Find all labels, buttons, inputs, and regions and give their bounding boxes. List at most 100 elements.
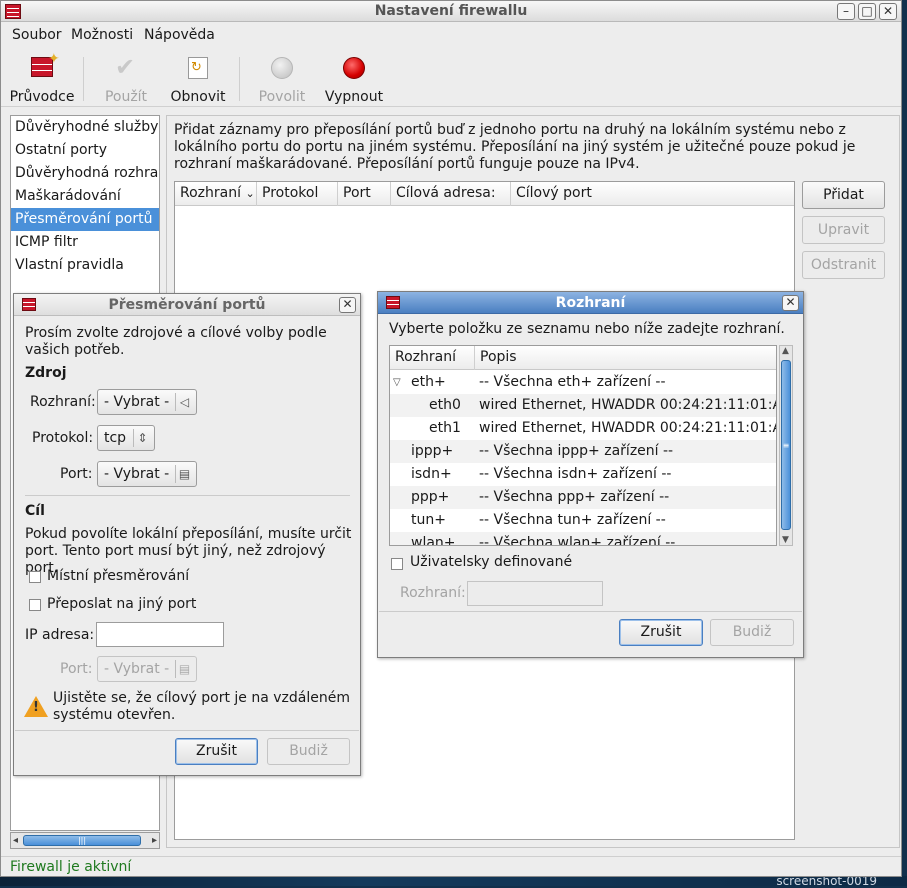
- col-header-description[interactable]: Popis: [475, 346, 775, 370]
- col-header-port[interactable]: Port: [338, 182, 391, 206]
- scroll-left-arrow-icon[interactable]: ◂: [13, 833, 18, 848]
- section-separator: [25, 495, 350, 496]
- add-button[interactable]: Přidat: [802, 181, 885, 209]
- source-interface-label: Rozhraní:: [30, 394, 96, 410]
- menu-options[interactable]: Možnosti: [71, 27, 133, 43]
- interface-dialog-intro: Vyberte položku ze seznamu nebo níže zad…: [389, 321, 785, 337]
- local-forward-label[interactable]: Místní přesměrování: [47, 568, 189, 584]
- interface-description: -- Všechna tun+ zařízení --: [479, 512, 666, 528]
- other-port-checkbox[interactable]: [29, 599, 41, 611]
- reload-button[interactable]: ↻ Obnovit: [167, 53, 229, 105]
- minimize-button[interactable]: –: [837, 3, 855, 20]
- interface-description: -- Všechna ppp+ zařízení --: [479, 489, 670, 505]
- col-header-interface[interactable]: Rozhraní ⌄: [175, 182, 257, 206]
- dialog-title: Přesměrování portů: [108, 297, 266, 313]
- local-forward-checkbox[interactable]: [29, 571, 41, 583]
- scroll-right-arrow-icon[interactable]: ▸: [152, 833, 157, 848]
- list-item[interactable]: tun+ -- Všechna tun+ zařízení --: [390, 509, 776, 532]
- enable-button[interactable]: Povolit: [253, 53, 311, 105]
- dialog-intro: Prosím zvolte zdrojové a cílové volby po…: [25, 325, 327, 358]
- ok-button[interactable]: Budiž: [267, 738, 350, 765]
- protocol-select[interactable]: tcp ⇕: [97, 425, 155, 451]
- source-heading: Zdroj: [25, 365, 67, 381]
- cancel-button[interactable]: Zrušit: [175, 738, 258, 765]
- menu-file[interactable]: Soubor: [12, 27, 62, 43]
- other-port-label[interactable]: Přeposlat na jiný port: [47, 596, 196, 612]
- dest-port-label: Port:: [60, 661, 93, 677]
- scroll-down-arrow-icon[interactable]: ▼: [782, 535, 789, 545]
- list-item[interactable]: ▽ eth+ -- Všechna eth+ zařízení --: [390, 371, 776, 394]
- port-forwarding-description: Přidat záznamy pro přeposílání portů buď…: [174, 122, 856, 172]
- list-item[interactable]: eth0 wired Ethernet, HWADDR 00:24:21:11:…: [390, 394, 776, 417]
- disable-label: Vypnout: [324, 89, 384, 105]
- destination-heading: Cíl: [25, 503, 45, 519]
- nav-item-icmp-filter[interactable]: ICMP filtr: [11, 231, 159, 254]
- warning-exclamation-icon: !: [33, 700, 39, 715]
- toolbar-separator: [239, 57, 240, 101]
- source-interface-value: - Vybrat -: [104, 394, 170, 410]
- interface-description: wired Ethernet, HWADDR 00:24:21:11:01:A1: [479, 397, 777, 413]
- custom-interface-input[interactable]: [467, 581, 603, 606]
- dialog-close-button[interactable]: ✕: [339, 297, 356, 313]
- nav-item-masquerading[interactable]: Maškarádování: [11, 185, 159, 208]
- reload-icon: ↻: [188, 57, 208, 79]
- interface-name: isdn+: [411, 466, 452, 482]
- ok-button[interactable]: Budiž: [710, 619, 794, 646]
- nav-item-trusted-services[interactable]: Důvěryhodné služby: [11, 116, 159, 139]
- col-header-protocol[interactable]: Protokol: [257, 182, 338, 206]
- nav-item-custom-rules[interactable]: Vlastní pravidla: [11, 254, 159, 277]
- menu-help[interactable]: Nápověda: [144, 27, 215, 43]
- scroll-up-arrow-icon[interactable]: ▲: [782, 346, 789, 356]
- network-icon: ◁: [175, 393, 193, 411]
- enable-icon: [271, 57, 293, 79]
- dest-port-select[interactable]: - Vybrat - ▤: [97, 656, 197, 682]
- list-item[interactable]: eth1 wired Ethernet, HWADDR 00:24:21:11:…: [390, 417, 776, 440]
- nav-horizontal-scrollbar[interactable]: ◂ ||| ▸: [10, 832, 160, 849]
- dialog-title-bar[interactable]: Přesměrování portů ✕: [14, 294, 360, 316]
- interface-list-scrollbar[interactable]: ▲ ≡ ▼: [779, 345, 793, 546]
- port-list-icon: ▤: [175, 465, 193, 483]
- tree-expander-icon[interactable]: ▽: [393, 371, 401, 394]
- dest-port-value: - Vybrat -: [104, 661, 170, 677]
- disable-button[interactable]: Vypnout: [321, 53, 387, 105]
- sort-chevron-icon: ⌄: [245, 187, 255, 200]
- nav-item-other-ports[interactable]: Ostatní porty: [11, 139, 159, 162]
- user-defined-label[interactable]: Uživatelsky definované: [410, 554, 572, 570]
- nav-item-trusted-interfaces[interactable]: Důvěryhodná rozhraní: [11, 162, 159, 185]
- col-header-interface[interactable]: Rozhraní: [390, 346, 475, 370]
- scrollbar-thumb[interactable]: |||: [23, 835, 141, 846]
- wizard-label: Průvodce: [9, 89, 75, 105]
- close-button[interactable]: ✕: [879, 3, 897, 20]
- cancel-button[interactable]: Zrušit: [619, 619, 703, 646]
- list-item[interactable]: isdn+ -- Všechna isdn+ zařízení --: [390, 463, 776, 486]
- title-bar[interactable]: Nastavení firewallu – □ ✕: [1, 1, 901, 22]
- wizard-button[interactable]: ✦ Průvodce: [7, 51, 77, 105]
- enable-label: Povolit: [258, 89, 306, 105]
- source-port-value: - Vybrat -: [104, 466, 170, 482]
- dialog-title-bar[interactable]: Rozhraní ✕: [378, 292, 803, 314]
- list-item[interactable]: ppp+ -- Všechna ppp+ zařízení --: [390, 486, 776, 509]
- source-interface-select[interactable]: - Vybrat - ◁: [97, 389, 197, 415]
- port-list-icon: ▤: [175, 660, 193, 678]
- apply-button[interactable]: ✔ Použít: [97, 53, 155, 105]
- ip-address-input[interactable]: [96, 622, 224, 647]
- interface-description: -- Všechna eth+ zařízení --: [479, 374, 666, 390]
- remove-button[interactable]: Odstranit: [802, 251, 885, 279]
- scrollbar-thumb[interactable]: ≡: [781, 360, 791, 530]
- interface-list[interactable]: Rozhraní Popis ▽ eth+ -- Všechna eth+ za…: [389, 345, 777, 546]
- interface-name: ppp+: [411, 489, 450, 505]
- col-header-dest-port[interactable]: Cílový port: [511, 182, 795, 206]
- ip-address-label: IP adresa:: [25, 627, 95, 643]
- interface-name: eth0: [429, 397, 461, 413]
- source-port-label: Port:: [60, 466, 93, 482]
- list-item[interactable]: ippp+ -- Všechna ippp+ zařízení --: [390, 440, 776, 463]
- source-port-select[interactable]: - Vybrat - ▤: [97, 461, 197, 487]
- nav-item-port-forwarding[interactable]: Přesměrování portů: [11, 208, 159, 231]
- maximize-button[interactable]: □: [858, 3, 876, 20]
- user-defined-checkbox[interactable]: [391, 558, 403, 570]
- dialog-close-button[interactable]: ✕: [782, 295, 799, 311]
- edit-button[interactable]: Upravit: [802, 216, 885, 244]
- list-item[interactable]: wlan+ -- Všechna wlan+ zařízení --: [390, 532, 776, 546]
- col-header-dest-address[interactable]: Cílová adresa:: [391, 182, 511, 206]
- interface-description: -- Všechna wlan+ zařízení --: [479, 535, 676, 546]
